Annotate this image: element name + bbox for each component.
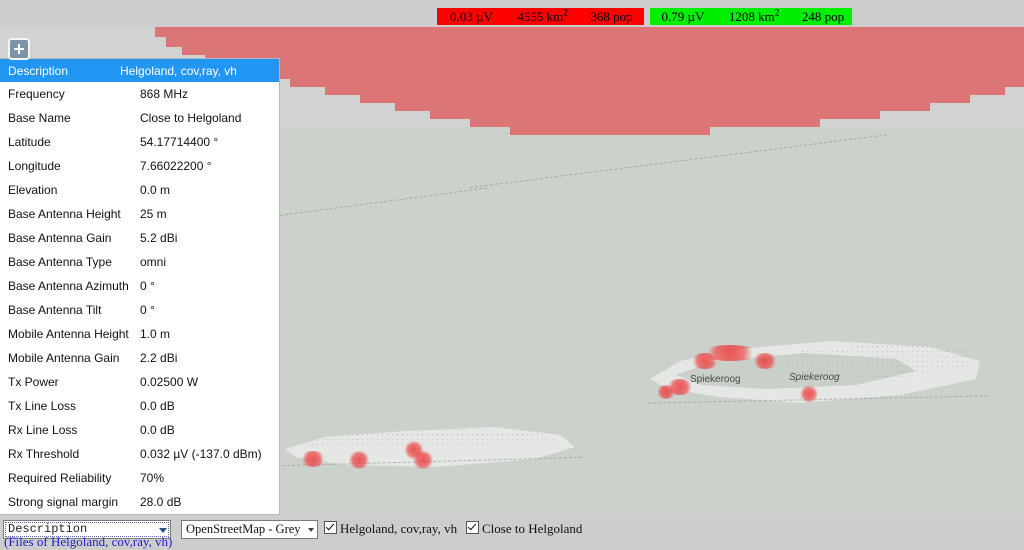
site-info-panel: Description Helgoland, cov,ray, vh Frequ… [0,58,280,515]
info-row: Frequency 868 MHz [0,82,279,106]
map-label-spiekeroog-1: Spiekeroog [690,374,741,385]
checkbox-coverage-label: Helgoland, cov,ray, vh [340,521,458,536]
info-row-key: Rx Line Loss [8,423,78,437]
info-row-key: Base Name [8,111,71,125]
info-row-value: 25 m [140,207,167,221]
legend-green-field-strength: 0.79 µV [661,9,705,24]
legend-green-population: 248 pop [801,9,845,24]
info-row-value: 0 ° [140,303,155,317]
files-link[interactable]: (Files of Helgoland, cov,ray, vh) [4,534,172,550]
info-row-value: 0.0 m [140,183,171,197]
info-row-value: 0.0 dB [140,423,175,437]
coverage-blob [800,385,818,403]
info-row-value: 28.0 dB [140,495,182,509]
info-row-key: Mobile Antenna Gain [8,351,120,365]
checkbox-coverage-layer[interactable]: Helgoland, cov,ray, vh [324,521,457,537]
coverage-blob [690,353,720,369]
map-label-spiekeroog-2: Spiekeroog [789,372,840,383]
info-row: Tx Line Loss 0.0 dB [0,394,279,418]
info-row: Elevation 0.0 m [0,178,279,202]
info-row: Rx Line Loss 0.0 dB [0,418,279,442]
checkbox-checked-icon[interactable] [324,521,337,534]
info-row-value: Close to Helgoland [140,111,242,125]
info-row-key: Longitude [8,159,61,173]
info-row-value: 0.032 µV (-137.0 dBm) [140,447,262,461]
info-row-value: 0.02500 W [140,375,199,389]
info-row-value: 54.17714400 ° [140,135,219,149]
checkbox-site-layer[interactable]: Close to Helgoland [466,521,582,537]
coverage-blob [412,451,434,469]
info-row-key: Base Antenna Gain [8,231,112,245]
info-row: Base Antenna Azimuth 0 ° [0,274,279,298]
info-row-value: 0.0 dB [140,399,175,413]
legend-red-population: 368 pop [590,9,633,24]
info-panel-header: Description Helgoland, cov,ray, vh [0,59,279,82]
zoom-in-button[interactable] [8,38,30,60]
legend-red-area: 4555 km2 [517,7,568,24]
info-row: Mobile Antenna Gain 2.2 dBi [0,346,279,370]
info-row: Base Antenna Type omni [0,250,279,274]
info-row-key: Tx Line Loss [8,399,77,413]
info-row: Base Antenna Tilt 0 ° [0,298,279,322]
info-row: Required Reliability 70% [0,466,279,490]
info-row-value: 1.0 m [140,327,171,341]
info-row-key: Required Reliability [8,471,112,485]
info-row-value: 868 MHz [140,87,189,101]
info-row-key: Base Antenna Tilt [8,303,102,317]
legend-green-area: 1208 km2 [728,7,780,24]
info-header-key: Description [8,63,69,78]
info-row-key: Latitude [8,135,51,149]
info-row-key: Base Antenna Azimuth [8,279,129,293]
coverage-blob [752,353,778,369]
chevron-down-icon [159,527,167,533]
info-row-key: Elevation [8,183,58,197]
info-row: Strong signal margin 28.0 dB [0,490,279,514]
info-row-key: Base Antenna Type [8,255,112,269]
info-row: Latitude 54.17714400 ° [0,130,279,154]
legend-red-field-strength: 0.03 µV [450,9,493,24]
info-row-value: omni [140,255,167,269]
info-row-key: Rx Threshold [8,447,80,461]
info-row-key: Tx Power [8,375,59,389]
coverage-blob [656,385,676,399]
checkbox-site-label: Close to Helgoland [482,521,583,536]
info-row: Mobile Antenna Height 1.0 m [0,322,279,346]
info-header-value: Helgoland, cov,ray, vh [120,63,237,78]
legend-red-threshold: 0.03 µV 4555 km2 368 pop [437,8,644,25]
info-row-key: Strong signal margin [8,495,119,509]
map-style-select-value: OpenStreetMap - Grey [186,522,301,536]
info-panel-rows: Frequency 868 MHz Base Name Close to Helgol… [0,82,279,514]
checkbox-checked-icon[interactable] [466,521,479,534]
info-row-key: Frequency [8,87,65,101]
info-row-value: 7.66022200 ° [140,159,212,173]
info-row-value: 5.2 dBi [140,231,178,245]
info-row-key: Mobile Antenna Height [8,327,129,341]
info-row-value: 70% [140,471,165,485]
coverage-blob [300,451,326,467]
info-row: Base Name Close to Helgoland [0,106,279,130]
info-row-value: 0 ° [140,279,155,293]
info-row: Base Antenna Gain 5.2 dBi [0,226,279,250]
map-style-select[interactable]: OpenStreetMap - Grey [181,520,318,539]
info-row: Rx Threshold 0.032 µV (-137.0 dBm) [0,442,279,466]
info-row-value: 2.2 dBi [140,351,178,365]
coverage-blob [348,451,370,469]
info-row-key: Base Antenna Height [8,207,121,221]
legend-green-threshold: 0.79 µV 1208 km2 248 pop [650,8,852,25]
info-row: Tx Power 0.02500 W [0,370,279,394]
chevron-down-icon [308,527,314,532]
info-row: Longitude 7.66022200 ° [0,154,279,178]
info-row: Base Antenna Height 25 m [0,202,279,226]
